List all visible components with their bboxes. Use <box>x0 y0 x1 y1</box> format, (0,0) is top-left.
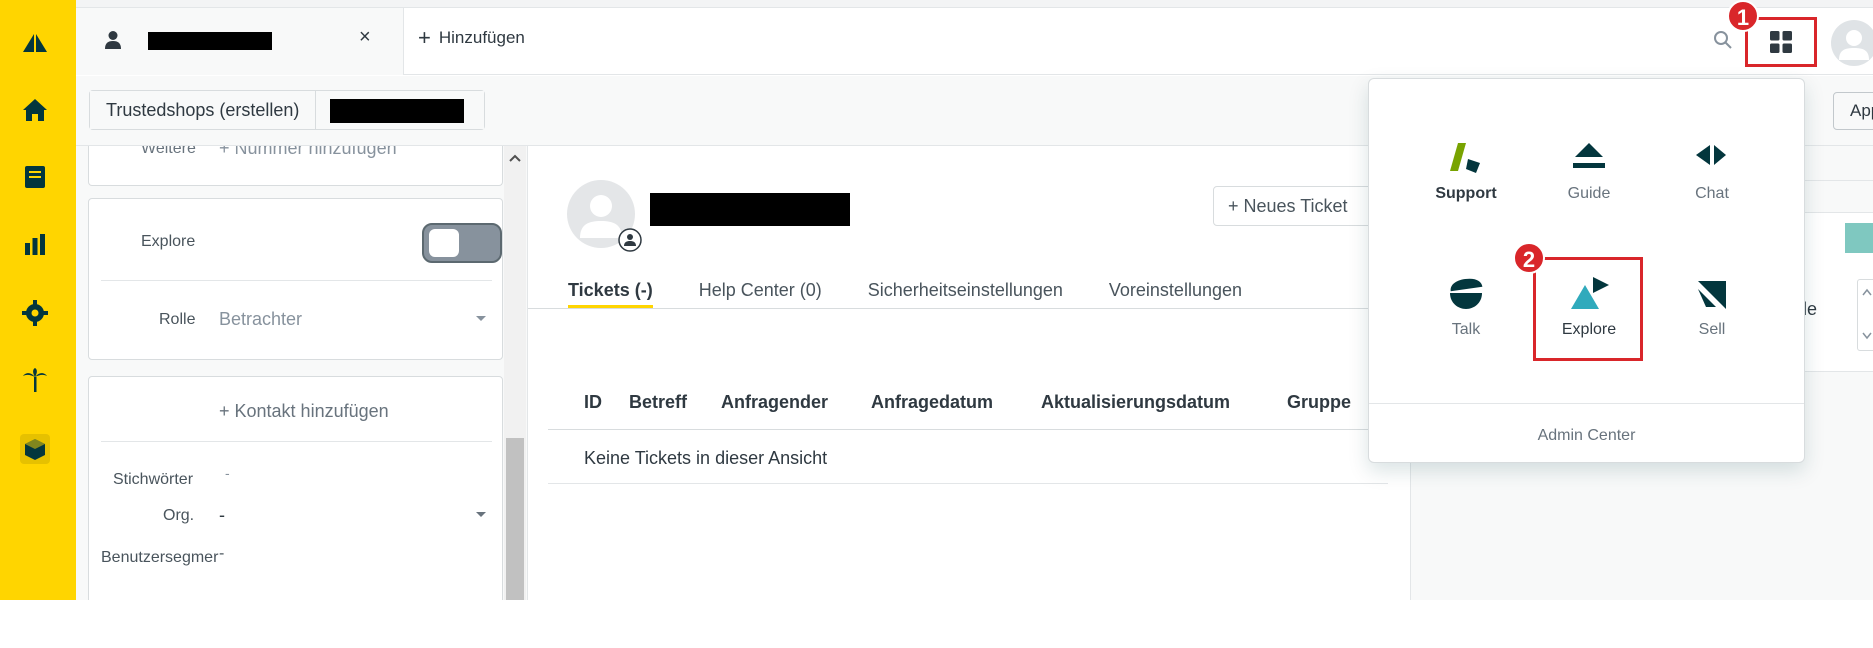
org-label: Org. <box>163 507 195 524</box>
plus-icon: + <box>418 25 431 50</box>
chat-icon <box>1657 119 1767 175</box>
redacted-user-name <box>148 32 272 50</box>
sell-icon <box>1657 255 1767 311</box>
zendesk-logo-icon[interactable] <box>18 24 52 58</box>
palm-tree-app-icon <box>1845 223 1873 253</box>
segment-label: Benutzersegmer <box>101 549 219 566</box>
product-label: Support <box>1435 185 1497 202</box>
blank-bottom-area <box>0 600 1873 648</box>
user-tab[interactable]: × <box>76 8 404 75</box>
role-card: Explore Rolle Betrachter <box>88 198 503 360</box>
admin-gear-icon[interactable] <box>18 296 52 330</box>
tabs-divider <box>528 308 1412 309</box>
product-label: Guide <box>1567 185 1611 202</box>
product-sell[interactable]: Sell <box>1657 255 1767 339</box>
product-guide[interactable]: Guide <box>1534 119 1644 203</box>
contact-card: + Kontakt hinzufügen Stichwörter - Org. … <box>88 376 503 600</box>
explore-highlight-box <box>1533 257 1643 361</box>
zendesk-app: × + Hinzufügen Trustedshops (erstellen) … <box>0 0 1873 600</box>
rolle-label: Rolle <box>159 311 196 328</box>
apps-box-icon[interactable] <box>18 432 52 466</box>
menu-divider <box>1369 403 1804 404</box>
product-talk[interactable]: Talk <box>1411 255 1521 339</box>
product-nav <box>0 0 76 600</box>
redacted-breadcrumb-user <box>330 99 465 123</box>
breadcrumb: Trustedshops (erstellen) <box>89 90 486 130</box>
explore-label: Explore <box>141 233 196 250</box>
add-contact-link[interactable]: + Kontakt hinzufügen <box>219 401 389 422</box>
toggle-knob <box>429 229 459 257</box>
step-2-badge: 2 <box>1513 242 1545 274</box>
left-panel-scrollbar[interactable] <box>504 146 526 600</box>
table-row-divider <box>548 483 1388 484</box>
breadcrumb-user[interactable] <box>316 91 485 129</box>
talk-icon <box>1411 255 1521 311</box>
product-label: Talk <box>1451 321 1481 338</box>
chevron-up-icon[interactable] <box>1862 288 1872 296</box>
org-select[interactable]: - <box>219 505 225 526</box>
product-tray-menu: Support Guide Chat Talk Explore Sell Adm… <box>1368 78 1805 463</box>
divider <box>101 441 492 442</box>
browser-top-strip <box>76 0 1873 8</box>
scroll-up-icon[interactable] <box>509 154 521 162</box>
rolle-select[interactable]: Betrachter <box>219 309 302 330</box>
col-updated[interactable]: Aktualisierungsdatum <box>1041 392 1287 413</box>
divider <box>101 280 492 281</box>
add-button[interactable]: + Hinzufügen <box>418 25 525 50</box>
explore-toggle[interactable] <box>422 223 502 263</box>
user-role-badge-icon <box>618 228 642 252</box>
number-stepper[interactable] <box>1857 279 1873 351</box>
user-details-panel: Weitere + Nummer hinzufügen Explore Roll… <box>76 146 528 600</box>
grid-icon <box>1770 31 1792 53</box>
top-bar: × + Hinzufügen <box>76 8 1873 75</box>
tags-value[interactable]: - <box>225 465 230 481</box>
table-header-divider <box>548 429 1388 430</box>
user-icon <box>105 31 121 49</box>
redacted-user-title <box>650 193 850 226</box>
segment-value: - <box>219 545 225 562</box>
home-icon[interactable] <box>18 93 52 127</box>
col-id[interactable]: ID <box>584 392 629 413</box>
apps-toggle-button[interactable]: Apps <box>1833 92 1873 130</box>
tab-help-center[interactable]: Help Center (0) <box>699 280 822 309</box>
empty-table-message: Keine Tickets in dieser Ansicht <box>584 448 828 468</box>
col-subject[interactable]: Betreff <box>629 392 721 413</box>
admin-center-link[interactable]: Admin Center <box>1369 427 1804 445</box>
profile-avatar[interactable] <box>1831 20 1873 66</box>
phone-card: Weitere + Nummer hinzufügen <box>88 146 503 186</box>
user-main-panel: + Neues Ticket Tickets (-) Help Center (… <box>528 146 1433 600</box>
search-icon[interactable] <box>1711 28 1735 52</box>
weitere-label: Weitere <box>141 146 196 157</box>
col-group[interactable]: Gruppe <box>1287 392 1377 413</box>
col-requested[interactable]: Anfragedatum <box>871 392 1041 413</box>
add-button-label: Hinzufügen <box>438 28 525 47</box>
user-tabs: Tickets (-) Help Center (0) Sicherheitse… <box>568 280 1242 309</box>
close-tab-icon[interactable]: × <box>359 26 371 49</box>
tab-tickets[interactable]: Tickets (-) <box>568 280 653 309</box>
tags-label: Stichwörter <box>113 471 194 488</box>
tab-preferences[interactable]: Voreinstellungen <box>1109 280 1242 309</box>
person-silhouette-icon <box>1839 30 1869 60</box>
breadcrumb-org[interactable]: Trustedshops (erstellen) <box>90 91 317 129</box>
support-icon <box>1411 119 1521 175</box>
tickets-table-header: ID Betreff Anfragender Anfragedatum Aktu… <box>584 392 1377 413</box>
palm-tree-app-icon[interactable] <box>18 363 52 397</box>
chevron-down-icon[interactable] <box>475 511 487 519</box>
tab-security-settings[interactable]: Sicherheitseinstellungen <box>868 280 1063 309</box>
reporting-icon[interactable] <box>18 227 52 261</box>
product-chat[interactable]: Chat <box>1657 119 1767 203</box>
guide-icon <box>1534 119 1644 175</box>
product-support[interactable]: Support <box>1411 119 1521 203</box>
col-requester[interactable]: Anfragender <box>721 392 871 413</box>
step-1-badge: 1 <box>1727 0 1759 32</box>
product-label: Chat <box>1695 185 1729 202</box>
chevron-down-icon[interactable] <box>475 315 487 323</box>
views-icon[interactable] <box>18 160 52 194</box>
chevron-down-icon[interactable] <box>1862 332 1872 340</box>
add-number-link[interactable]: + Nummer hinzufügen <box>219 146 397 159</box>
product-label: Sell <box>1698 321 1726 338</box>
scroll-thumb[interactable] <box>506 438 524 600</box>
